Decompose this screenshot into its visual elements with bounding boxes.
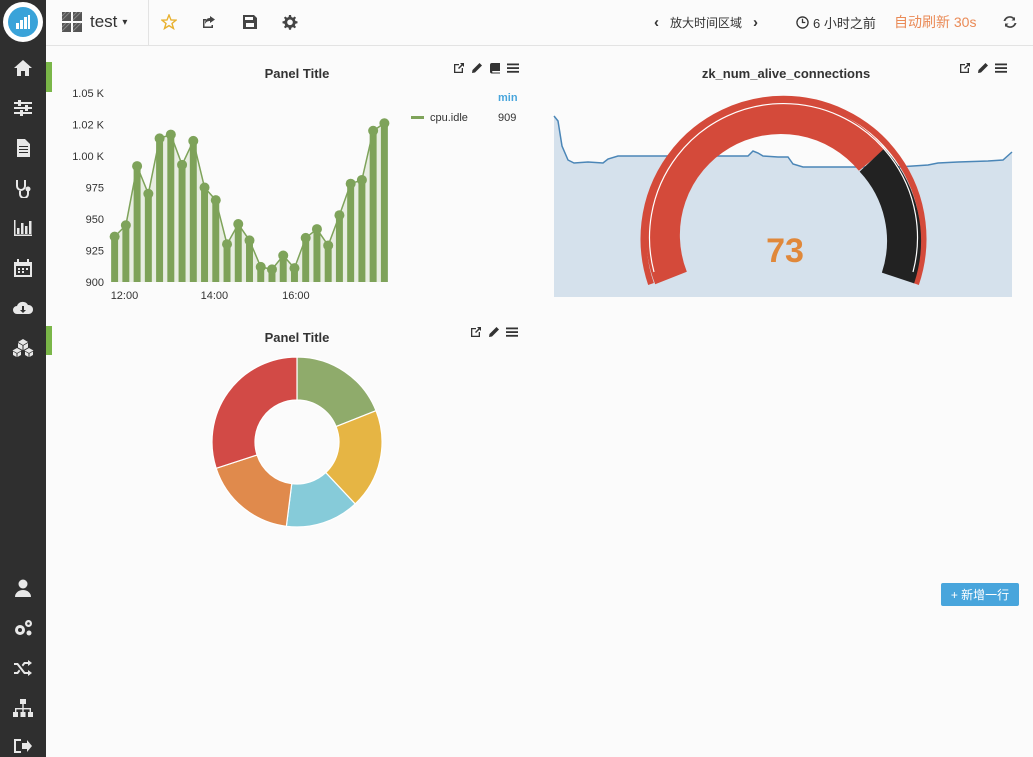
star-icon[interactable]: [159, 12, 179, 32]
graph-point[interactable]: [255, 261, 266, 272]
external-link-icon[interactable]: [452, 61, 466, 75]
y-tick-label: 950: [86, 214, 104, 226]
home-icon[interactable]: [10, 57, 36, 79]
graph-point[interactable]: [222, 239, 233, 250]
cubes-icon[interactable]: [10, 337, 36, 359]
graph-point[interactable]: [132, 161, 143, 172]
gauge-chart[interactable]: 73: [548, 56, 1020, 306]
graph-point[interactable]: [311, 224, 322, 235]
graph-point[interactable]: [233, 219, 244, 230]
zoom-out-time-button[interactable]: ‹ 放大时间区域 ›: [654, 12, 758, 32]
pencil-icon[interactable]: [470, 61, 484, 75]
settings-gear-icon[interactable]: [280, 12, 300, 32]
calendar-icon[interactable]: [10, 257, 36, 279]
graph-point[interactable]: [154, 133, 165, 144]
legend-min-header: min: [498, 92, 518, 104]
graph-point[interactable]: [266, 264, 277, 275]
stethoscope-icon[interactable]: [10, 177, 36, 199]
time-range-label: 6 小时之前: [813, 15, 876, 31]
gauge-panel: zk_num_alive_connections 73: [548, 56, 1020, 306]
graph-point[interactable]: [278, 250, 289, 261]
chevron-right-icon[interactable]: ›: [753, 14, 758, 31]
dashboard-grid-icon: [62, 12, 82, 32]
y-tick-label: 975: [86, 183, 104, 195]
y-tick-label: 925: [86, 246, 104, 258]
clock-icon: [796, 15, 809, 29]
document-icon[interactable]: [10, 137, 36, 159]
y-tick-label: 1.00 K: [72, 151, 104, 163]
graph-point[interactable]: [210, 195, 221, 206]
sliders-icon[interactable]: [10, 97, 36, 119]
shuffle-icon[interactable]: [10, 657, 36, 679]
save-icon[interactable]: [240, 12, 260, 32]
cpu-idle-graph[interactable]: 900 925 950 975 1.00 K 1.02 K 1.05 K 12:00 14:0…: [52, 80, 532, 306]
pie-panel: Panel Title: [52, 320, 532, 540]
dashboard-title-dropdown[interactable]: test ▾: [62, 10, 127, 34]
donut-slice[interactable]: [215, 454, 293, 528]
graph-point[interactable]: [244, 235, 255, 246]
donut-chart[interactable]: [52, 320, 532, 540]
zoom-out-label: 放大时间区域: [670, 15, 743, 30]
legend-series-min-value: 909: [498, 112, 516, 124]
legend-series-name[interactable]: cpu.idle: [430, 112, 468, 124]
toolbar-divider: [148, 0, 149, 45]
graph-panel-tools: [452, 61, 520, 75]
sitemap-icon[interactable]: [10, 697, 36, 719]
graph-point[interactable]: [143, 188, 154, 199]
cogs-icon[interactable]: [10, 617, 36, 639]
y-tick-label: 1.05 K: [72, 88, 104, 100]
logo[interactable]: [3, 2, 43, 42]
graph-point[interactable]: [199, 182, 210, 193]
menu-icon[interactable]: [506, 61, 520, 75]
gauge-value: 73: [766, 232, 804, 270]
graph-panel: Panel Title 900 925 950 975 1.00 K 1.02 K 1.05…: [52, 56, 532, 306]
graph-point[interactable]: [109, 231, 120, 242]
graph-point[interactable]: [177, 159, 188, 170]
user-icon[interactable]: [10, 577, 36, 599]
dashboard-title: test: [90, 12, 118, 31]
share-icon[interactable]: [199, 12, 219, 32]
sidebar: [0, 0, 46, 757]
topbar: test ▾ ‹ 放大时间区域 › 6 小时之前 自动刷新 30s: [46, 0, 1033, 46]
graph-point[interactable]: [334, 210, 345, 221]
logo-bars-icon: [16, 15, 30, 29]
graph-point[interactable]: [165, 129, 176, 140]
graph-point[interactable]: [368, 125, 379, 136]
refresh-label: 自动刷新 30s: [894, 14, 977, 30]
graph-point[interactable]: [300, 232, 311, 243]
time-range-picker[interactable]: 6 小时之前: [796, 12, 876, 32]
x-tick-label: 14:00: [201, 290, 229, 302]
cloud-download-icon[interactable]: [10, 297, 36, 319]
donut-slice[interactable]: [211, 356, 298, 470]
graph-point[interactable]: [379, 118, 390, 129]
chevron-left-icon[interactable]: ‹: [654, 14, 659, 31]
x-tick-label: 12:00: [111, 290, 139, 302]
graph-point[interactable]: [289, 263, 300, 274]
book-icon[interactable]: [488, 61, 502, 75]
caret-down-icon: ▾: [122, 16, 128, 28]
graph-point[interactable]: [323, 240, 334, 251]
graph-point[interactable]: [356, 174, 367, 185]
bar-chart-icon[interactable]: [10, 217, 36, 239]
graph-point[interactable]: [188, 135, 199, 146]
y-tick-label: 900: [86, 277, 104, 289]
auto-refresh-picker[interactable]: 自动刷新 30s: [894, 12, 976, 32]
graph-point[interactable]: [345, 178, 356, 189]
graph-point[interactable]: [120, 220, 131, 231]
add-row-button[interactable]: + 新增一行: [941, 583, 1019, 606]
refresh-icon[interactable]: [1000, 12, 1020, 32]
x-tick-label: 16:00: [282, 290, 310, 302]
legend-series-swatch: [411, 116, 424, 119]
y-tick-label: 1.02 K: [72, 120, 104, 132]
sign-out-icon[interactable]: [10, 735, 36, 757]
